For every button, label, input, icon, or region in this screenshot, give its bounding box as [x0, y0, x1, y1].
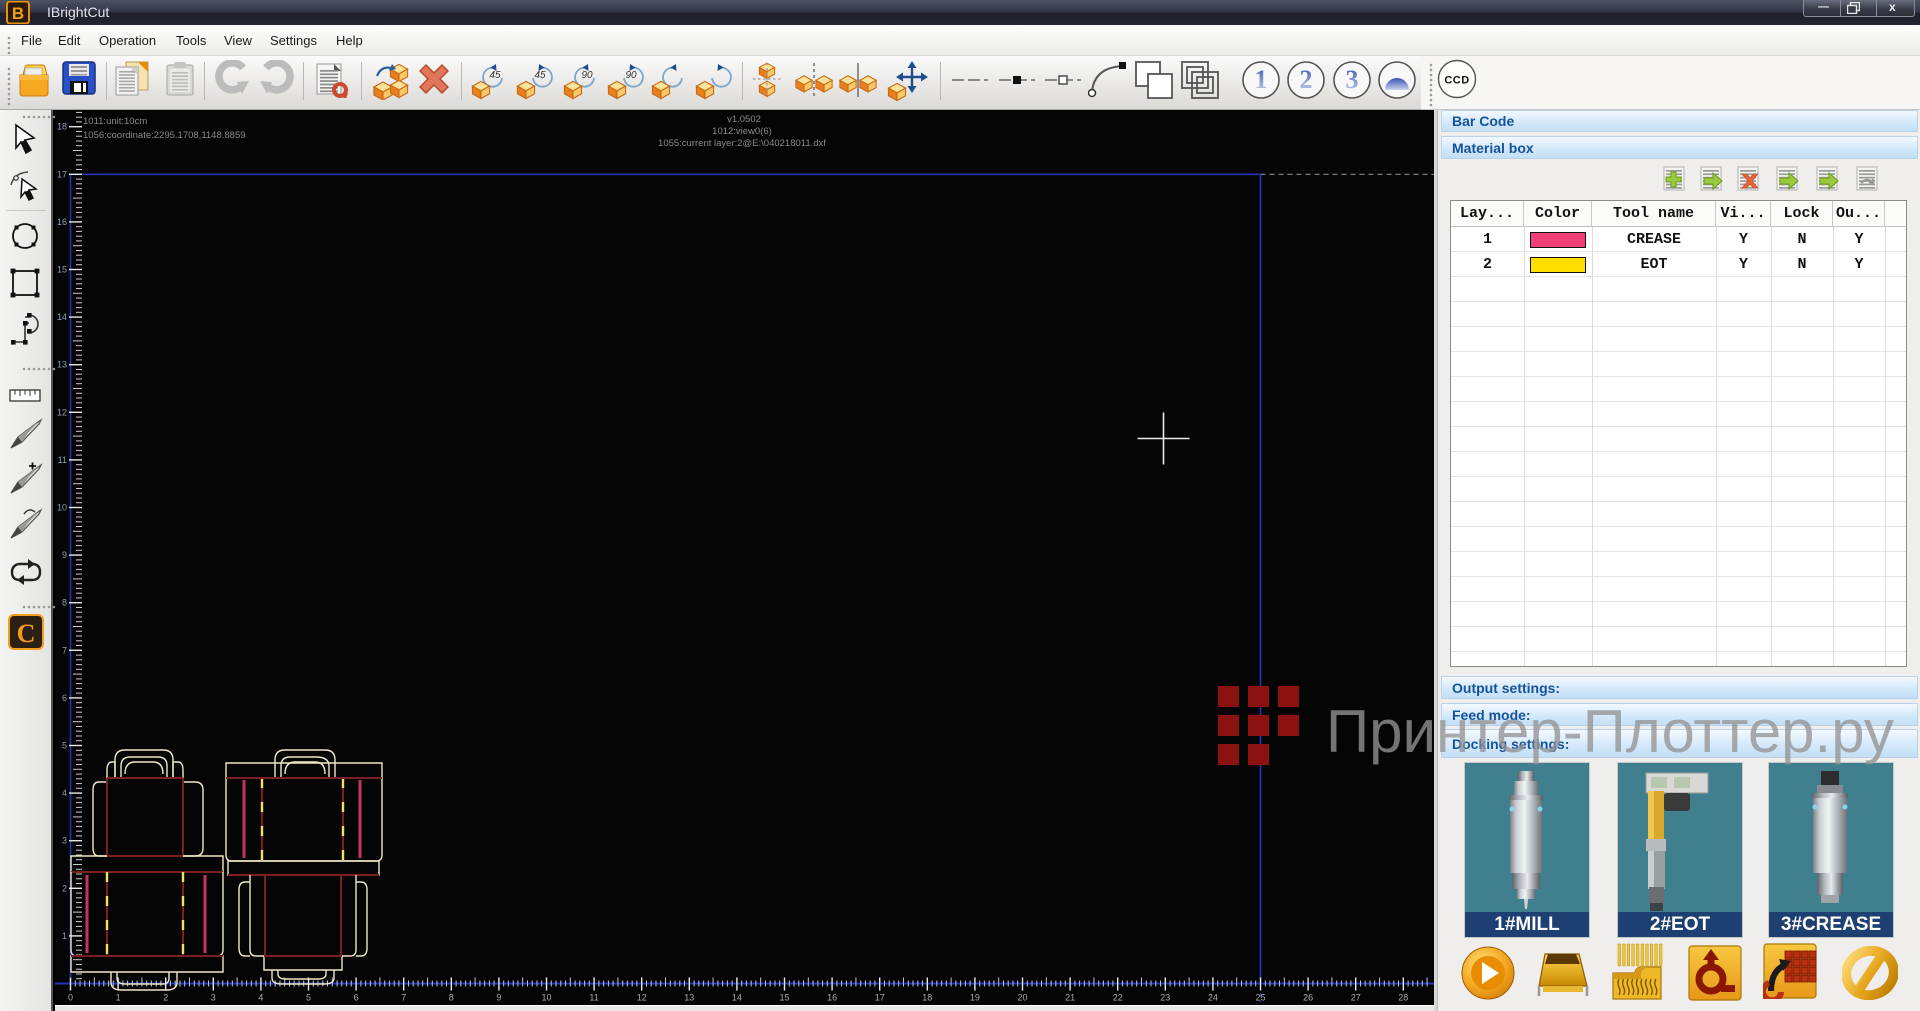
svg-text:11: 11 — [58, 455, 67, 465]
svg-text:18: 18 — [922, 993, 932, 1003]
svg-text:24: 24 — [1208, 993, 1218, 1003]
svg-text:3: 3 — [62, 836, 67, 846]
svg-text:5: 5 — [62, 741, 67, 751]
svg-text:16: 16 — [827, 993, 837, 1003]
svg-text:8: 8 — [62, 598, 67, 608]
svg-text:7: 7 — [62, 645, 67, 655]
svg-text:22: 22 — [1113, 993, 1123, 1003]
svg-text:13: 13 — [684, 993, 694, 1003]
svg-text:9: 9 — [62, 550, 67, 560]
svg-text:9: 9 — [496, 993, 501, 1003]
svg-text:v1.0502: v1.0502 — [727, 114, 761, 125]
svg-text:20: 20 — [1017, 993, 1027, 1003]
svg-text:2: 2 — [1300, 65, 1313, 94]
svg-text:17: 17 — [57, 169, 67, 179]
svg-text:15: 15 — [779, 993, 789, 1003]
svg-text:27: 27 — [1351, 993, 1361, 1003]
svg-text:C: C — [17, 619, 36, 648]
svg-text:1: 1 — [116, 993, 121, 1003]
svg-text:45: 45 — [489, 70, 501, 81]
svg-text:4: 4 — [258, 993, 263, 1003]
svg-text:14: 14 — [57, 312, 67, 322]
svg-text:28: 28 — [1398, 993, 1408, 1003]
svg-text:1: 1 — [62, 931, 67, 941]
svg-text:7: 7 — [401, 993, 406, 1003]
svg-text:90: 90 — [581, 70, 593, 81]
svg-text:25: 25 — [1255, 993, 1265, 1003]
svg-text:13: 13 — [57, 360, 67, 370]
svg-text:4: 4 — [62, 788, 67, 798]
svg-text:90: 90 — [625, 70, 637, 81]
svg-text:10: 10 — [541, 993, 551, 1003]
svg-text:10: 10 — [57, 503, 67, 513]
svg-text:0: 0 — [68, 993, 73, 1003]
svg-text:6: 6 — [62, 693, 67, 703]
svg-text:21: 21 — [1065, 993, 1075, 1003]
svg-text:8: 8 — [449, 993, 454, 1003]
svg-text:15: 15 — [57, 265, 67, 275]
svg-text:2: 2 — [62, 883, 67, 893]
svg-text:18: 18 — [57, 122, 67, 132]
svg-text:1: 1 — [1255, 65, 1268, 94]
svg-text:CCD: CCD — [1444, 75, 1469, 87]
svg-text:12: 12 — [57, 407, 67, 417]
svg-text:12: 12 — [637, 993, 647, 1003]
svg-text:45: 45 — [534, 70, 546, 81]
svg-text:17: 17 — [875, 993, 885, 1003]
svg-text:1056:coordinate:2295.1708,1148: 1056:coordinate:2295.1708,1148.8859 — [83, 130, 246, 141]
svg-text:19: 19 — [970, 993, 980, 1003]
svg-text:6: 6 — [354, 993, 359, 1003]
svg-text:5: 5 — [306, 993, 311, 1003]
svg-text:11: 11 — [589, 993, 598, 1003]
svg-text:1012:view0(6): 1012:view0(6) — [712, 126, 772, 137]
svg-text:23: 23 — [1160, 993, 1170, 1003]
svg-text:3: 3 — [1346, 65, 1359, 94]
svg-text:26: 26 — [1303, 993, 1313, 1003]
svg-text:16: 16 — [57, 217, 67, 227]
svg-text:2: 2 — [163, 993, 168, 1003]
svg-text:1055:current layer:2@E:\040218: 1055:current layer:2@E:\040218011.dxf — [658, 138, 826, 149]
svg-text:B: B — [12, 4, 24, 23]
svg-text:3: 3 — [211, 993, 216, 1003]
svg-text:1011:unit:10cm: 1011:unit:10cm — [83, 116, 147, 127]
svg-text:14: 14 — [732, 993, 742, 1003]
